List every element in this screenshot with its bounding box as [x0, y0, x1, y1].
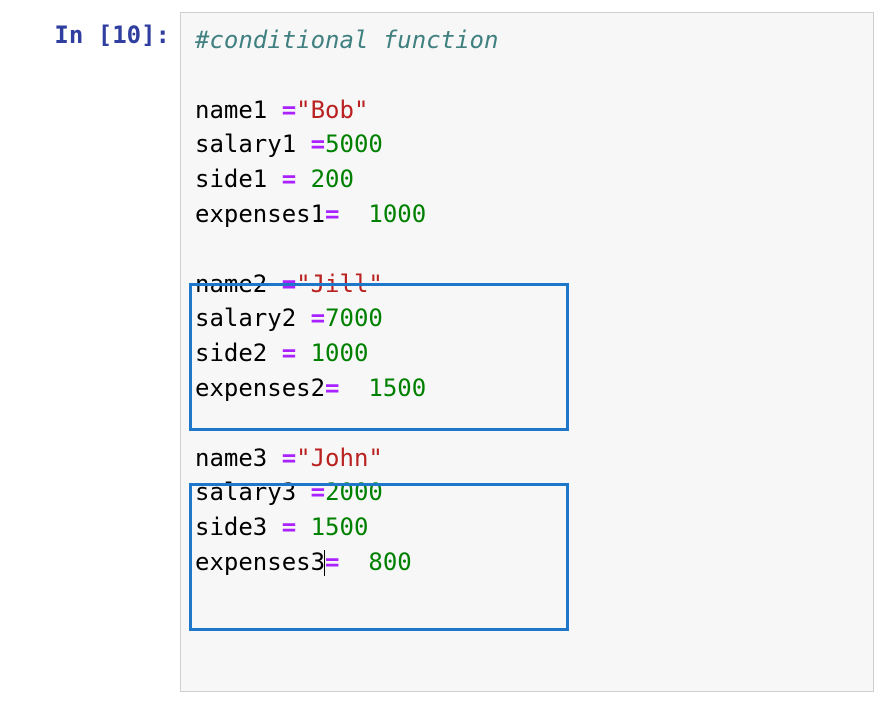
token-num: 1500 [368, 374, 426, 402]
token-str: "Jill" [296, 270, 383, 298]
prompt-label: In [10]: [54, 21, 170, 49]
token-var: expenses3 [195, 548, 325, 576]
token-str: "Bob" [296, 96, 368, 124]
token-var: name3 [195, 444, 267, 472]
token-num: 1000 [368, 200, 426, 228]
token-num: 800 [368, 548, 411, 576]
code-comment: #conditional function [195, 26, 498, 54]
token-num: 1500 [311, 513, 369, 541]
code-input-area[interactable]: #conditional function name1 ="Bob" salar… [180, 12, 874, 692]
token-op: = [267, 339, 310, 367]
code-content[interactable]: #conditional function name1 ="Bob" salar… [195, 23, 859, 580]
token-op: = [267, 513, 310, 541]
token-var: name2 [195, 270, 267, 298]
token-op: = [267, 444, 296, 472]
token-var: side2 [195, 339, 267, 367]
token-num: 1000 [311, 339, 369, 367]
token-var: expenses1 [195, 200, 325, 228]
token-op: = [296, 304, 325, 332]
token-var: salary3 [195, 478, 296, 506]
token-num: 7000 [325, 304, 383, 332]
token-op: = [325, 200, 368, 228]
token-var: side3 [195, 513, 267, 541]
token-var: salary1 [195, 130, 296, 158]
token-num: 200 [311, 165, 354, 193]
token-op: = [296, 130, 325, 158]
token-var: name1 [195, 96, 267, 124]
token-op: = [325, 374, 368, 402]
token-var: expenses2 [195, 374, 325, 402]
token-var: side1 [195, 165, 267, 193]
token-str: "John" [296, 444, 383, 472]
input-prompt: In [10]: [0, 12, 180, 53]
token-op: = [296, 478, 325, 506]
token-num: 5000 [325, 130, 383, 158]
token-op: = [267, 270, 296, 298]
token-op: = [325, 548, 368, 576]
token-num: 2000 [325, 478, 383, 506]
token-op: = [267, 165, 310, 193]
token-op: = [267, 96, 296, 124]
notebook-cell: In [10]: #conditional function name1 ="B… [0, 0, 882, 692]
token-var: salary2 [195, 304, 296, 332]
